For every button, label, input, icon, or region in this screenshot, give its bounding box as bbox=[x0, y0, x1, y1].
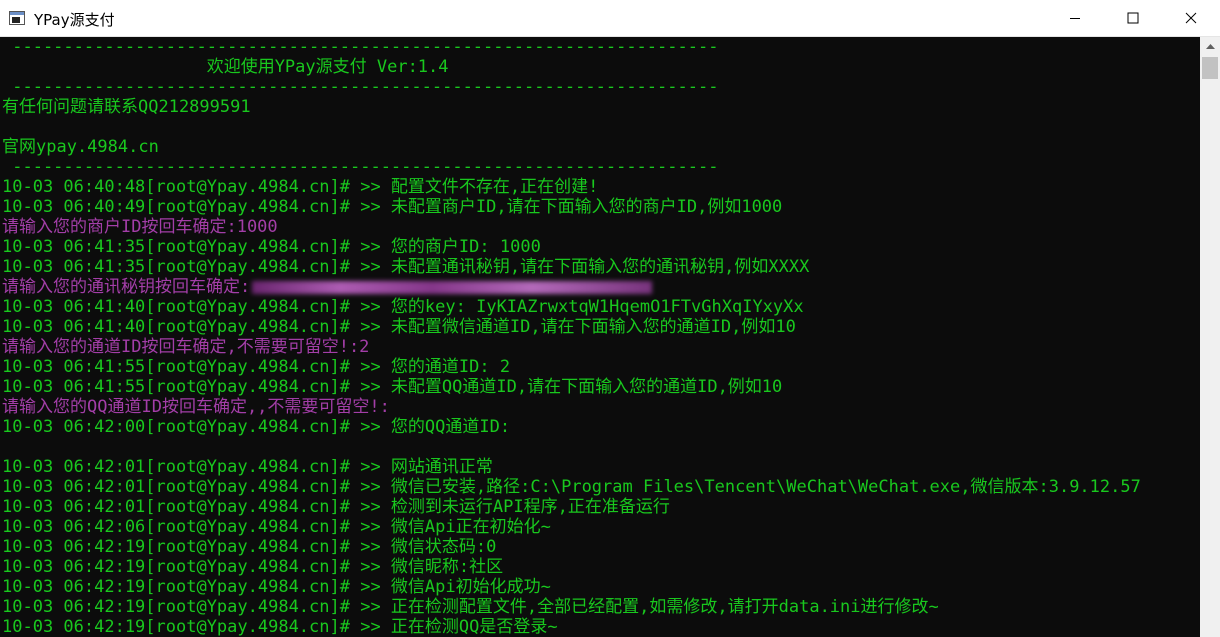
console-line-text: ----------------------------------------… bbox=[2, 77, 719, 97]
console-line: 欢迎使用YPay源支付 Ver:1.4 bbox=[2, 57, 1141, 77]
console-line-text: 10-03 06:42:19[root@Ypay.4984.cn]# >> 正在… bbox=[2, 617, 558, 637]
console-line-text: 10-03 06:42:01[root@Ypay.4984.cn]# >> 微信… bbox=[2, 477, 1141, 497]
window-title: YPay源支付 bbox=[34, 11, 115, 29]
scrollbar-thumb[interactable] bbox=[1202, 57, 1218, 79]
console-line-text: 有任何问题请联系QQ212899591 bbox=[2, 97, 251, 117]
console-line: 10-03 06:42:01[root@Ypay.4984.cn]# >> 微信… bbox=[2, 477, 1141, 497]
console-line-text: 官网ypay.4984.cn bbox=[2, 137, 159, 157]
console-line-text: 请输入您的通讯秘钥按回车确定: bbox=[2, 277, 251, 297]
console-line-text: 请输入您的通道ID按回车确定,不需要可留空!:2 bbox=[2, 337, 370, 357]
console-line: 10-03 06:42:19[root@Ypay.4984.cn]# >> 正在… bbox=[2, 617, 1141, 637]
console-line-text: 10-03 06:41:55[root@Ypay.4984.cn]# >> 未配… bbox=[2, 377, 783, 397]
console-window: YPay源支付 --------------------------------… bbox=[0, 0, 1220, 637]
console-line: 10-03 06:41:35[root@Ypay.4984.cn]# >> 未配… bbox=[2, 257, 1141, 277]
console-line: 请输入您的通讯秘钥按回车确定: bbox=[2, 277, 1141, 297]
console-line-text: 请输入您的商户ID按回车确定:1000 bbox=[2, 217, 278, 237]
console-line: 官网ypay.4984.cn bbox=[2, 137, 1141, 157]
console-line: 10-03 06:40:48[root@Ypay.4984.cn]# >> 配置… bbox=[2, 177, 1141, 197]
console-line: 10-03 06:42:19[root@Ypay.4984.cn]# >> 微信… bbox=[2, 557, 1141, 577]
minimize-icon bbox=[1070, 18, 1080, 19]
close-icon bbox=[1185, 12, 1197, 24]
console-line-text: 10-03 06:41:40[root@Ypay.4984.cn]# >> 未配… bbox=[2, 317, 796, 337]
maximize-button[interactable] bbox=[1104, 0, 1162, 36]
console-line-text: 请输入您的QQ通道ID按回车确定,,不需要可留空!: bbox=[2, 397, 390, 417]
console-window-icon[interactable] bbox=[9, 11, 25, 25]
console-line: ----------------------------------------… bbox=[2, 157, 1141, 177]
console-line-text: 10-03 06:42:19[root@Ypay.4984.cn]# >> 微信… bbox=[2, 557, 504, 577]
console-line: 10-03 06:42:19[root@Ypay.4984.cn]# >> 正在… bbox=[2, 597, 1141, 617]
console-line-text: 10-03 06:42:19[root@Ypay.4984.cn]# >> 微信… bbox=[2, 537, 497, 557]
console-line-text: 10-03 06:42:06[root@Ypay.4984.cn]# >> 微信… bbox=[2, 517, 551, 537]
console-lines: ----------------------------------------… bbox=[2, 37, 1141, 637]
console-line: 请输入您的通道ID按回车确定,不需要可留空!:2 bbox=[2, 337, 1141, 357]
console-line-text: 10-03 06:42:01[root@Ypay.4984.cn]# >> 网站… bbox=[2, 457, 493, 477]
scroll-up-button[interactable] bbox=[1200, 37, 1220, 55]
console-line-text: 10-03 06:42:19[root@Ypay.4984.cn]# >> 微信… bbox=[2, 577, 551, 597]
scroll-up-arrow-icon bbox=[1205, 44, 1215, 49]
console-line-text: 10-03 06:40:48[root@Ypay.4984.cn]# >> 配置… bbox=[2, 177, 599, 197]
console-line: 请输入您的商户ID按回车确定:1000 bbox=[2, 217, 1141, 237]
console-line: 10-03 06:42:01[root@Ypay.4984.cn]# >> 检测… bbox=[2, 497, 1141, 517]
console-line-text: 10-03 06:42:01[root@Ypay.4984.cn]# >> 检测… bbox=[2, 497, 670, 517]
console-line: 10-03 06:41:55[root@Ypay.4984.cn]# >> 您的… bbox=[2, 357, 1141, 377]
console-line: 10-03 06:41:55[root@Ypay.4984.cn]# >> 未配… bbox=[2, 377, 1141, 397]
console-line-text: 欢迎使用YPay源支付 Ver:1.4 bbox=[2, 57, 449, 77]
close-button[interactable] bbox=[1162, 0, 1220, 36]
console-line: 10-03 06:41:40[root@Ypay.4984.cn]# >> 您的… bbox=[2, 297, 1141, 317]
console-line-text: 10-03 06:41:35[root@Ypay.4984.cn]# >> 您的… bbox=[2, 237, 541, 257]
console-line-text: 10-03 06:42:00[root@Ypay.4984.cn]# >> 您的… bbox=[2, 417, 511, 437]
console-line: 10-03 06:42:19[root@Ypay.4984.cn]# >> 微信… bbox=[2, 537, 1141, 557]
console-line-text: 10-03 06:42:19[root@Ypay.4984.cn]# >> 正在… bbox=[2, 597, 939, 617]
console-line-text: 10-03 06:41:35[root@Ypay.4984.cn]# >> 未配… bbox=[2, 257, 810, 277]
console-line: 10-03 06:40:49[root@Ypay.4984.cn]# >> 未配… bbox=[2, 197, 1141, 217]
title-bar[interactable]: YPay源支付 bbox=[0, 0, 1220, 37]
minimize-button[interactable] bbox=[1046, 0, 1104, 36]
console-line: 10-03 06:42:00[root@Ypay.4984.cn]# >> 您的… bbox=[2, 417, 1141, 437]
redacted-secret bbox=[252, 280, 653, 294]
vertical-scrollbar[interactable] bbox=[1200, 37, 1220, 637]
console-line: 请输入您的QQ通道ID按回车确定,,不需要可留空!: bbox=[2, 397, 1141, 417]
console-line: 10-03 06:41:35[root@Ypay.4984.cn]# >> 您的… bbox=[2, 237, 1141, 257]
console-line-text: ----------------------------------------… bbox=[2, 37, 719, 57]
console-line: 10-03 06:42:19[root@Ypay.4984.cn]# >> 微信… bbox=[2, 577, 1141, 597]
console-line: 10-03 06:42:06[root@Ypay.4984.cn]# >> 微信… bbox=[2, 517, 1141, 537]
console-output[interactable]: ----------------------------------------… bbox=[0, 37, 1200, 637]
console-line-text: 10-03 06:41:40[root@Ypay.4984.cn]# >> 您的… bbox=[2, 297, 804, 317]
console-line-text: ----------------------------------------… bbox=[2, 157, 719, 177]
console-line: ----------------------------------------… bbox=[2, 37, 1141, 57]
console-line: 有任何问题请联系QQ212899591 bbox=[2, 97, 1141, 117]
console-line: 10-03 06:41:40[root@Ypay.4984.cn]# >> 未配… bbox=[2, 317, 1141, 337]
console-line: ----------------------------------------… bbox=[2, 77, 1141, 97]
console-line-text: 10-03 06:40:49[root@Ypay.4984.cn]# >> 未配… bbox=[2, 197, 783, 217]
maximize-icon bbox=[1127, 12, 1139, 24]
console-line-text: 10-03 06:41:55[root@Ypay.4984.cn]# >> 您的… bbox=[2, 357, 511, 377]
console-line: 10-03 06:42:01[root@Ypay.4984.cn]# >> 网站… bbox=[2, 457, 1141, 477]
